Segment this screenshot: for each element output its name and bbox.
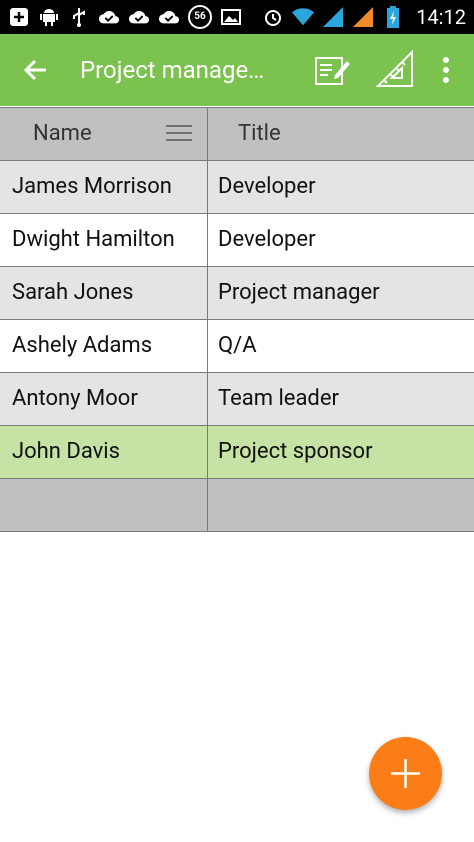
cell-title[interactable]: Developer: [208, 214, 474, 266]
table-row[interactable]: Sarah Jones Project manager: [0, 267, 474, 320]
clock: 14:12: [416, 5, 466, 29]
image-icon: [220, 6, 242, 28]
ruler-button[interactable]: [374, 48, 418, 92]
column-header-name[interactable]: Name: [0, 108, 208, 160]
cell-name[interactable]: Dwight Hamilton: [0, 214, 208, 266]
column-header-label: Title: [238, 121, 281, 146]
status-bar: 56 14:12: [0, 0, 474, 34]
more-options-button[interactable]: [430, 48, 462, 92]
cell-name[interactable]: [0, 479, 208, 531]
edit-note-icon: [315, 57, 350, 85]
cloud-check-icon: [98, 6, 120, 28]
table-row[interactable]: Antony Moor Team leader: [0, 373, 474, 426]
cloud-check-icon: [158, 6, 180, 28]
add-row-button[interactable]: [369, 737, 442, 810]
add-notification-icon: [8, 6, 30, 28]
table-row-empty[interactable]: [0, 479, 474, 532]
cell-title[interactable]: Developer: [208, 161, 474, 213]
more-vert-icon: [443, 57, 449, 83]
usb-icon: [68, 6, 90, 28]
arrow-back-icon: [23, 59, 46, 81]
cell-name[interactable]: Antony Moor: [0, 373, 208, 425]
table-row[interactable]: James Morrison Developer: [0, 161, 474, 214]
app-bar: Project manage…: [0, 34, 474, 106]
notification-badge: 56: [188, 5, 212, 29]
cloud-check-icon: [128, 6, 150, 28]
cell-title[interactable]: Team leader: [208, 373, 474, 425]
cell-name[interactable]: James Morrison: [0, 161, 208, 213]
table-header: Name Title: [0, 108, 474, 161]
menu-icon[interactable]: [166, 124, 192, 142]
ruler-icon: [375, 49, 413, 87]
battery-icon: [382, 6, 404, 28]
data-table: Name Title James Morrison Developer Dwig…: [0, 107, 474, 532]
wifi-icon: [292, 6, 315, 28]
cell-name[interactable]: Sarah Jones: [0, 267, 208, 319]
cell-name[interactable]: Ashely Adams: [0, 320, 208, 372]
signal-icon: [322, 6, 344, 28]
cell-title[interactable]: Q/A: [208, 320, 474, 372]
add-icon: [391, 759, 420, 788]
cell-title[interactable]: Project sponsor: [208, 426, 474, 478]
android-icon: [38, 6, 60, 28]
edit-button[interactable]: [310, 48, 354, 92]
signal-icon: [352, 6, 374, 28]
page-title: Project manage…: [80, 56, 265, 84]
table-row[interactable]: Ashely Adams Q/A: [0, 320, 474, 373]
alarm-icon: [262, 6, 284, 28]
column-header-title[interactable]: Title: [208, 108, 474, 160]
table-row-selected[interactable]: John Davis Project sponsor: [0, 426, 474, 479]
column-header-label: Name: [33, 121, 92, 146]
table-row[interactable]: Dwight Hamilton Developer: [0, 214, 474, 267]
back-button[interactable]: [18, 52, 54, 88]
cell-name[interactable]: John Davis: [0, 426, 208, 478]
cell-title[interactable]: Project manager: [208, 267, 474, 319]
cell-title[interactable]: [208, 479, 474, 531]
